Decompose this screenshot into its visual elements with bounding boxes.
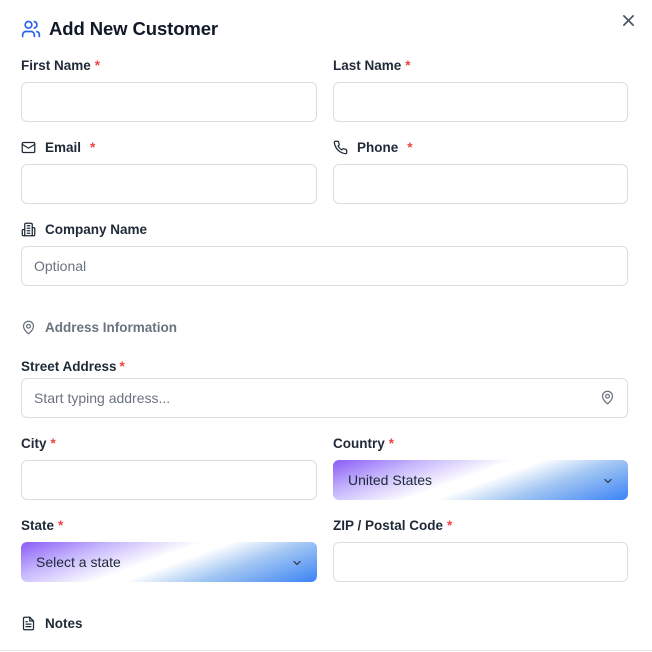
- file-text-icon: [21, 616, 36, 631]
- email-label: Email *: [21, 140, 95, 155]
- required-mark: *: [388, 436, 395, 451]
- country-label: Country *: [333, 436, 394, 451]
- state-select[interactable]: Select a state: [21, 542, 317, 582]
- divider: [0, 650, 652, 651]
- map-pin-icon: [21, 320, 36, 335]
- company-label: Company Name: [21, 222, 147, 237]
- add-customer-modal: Add New Customer First Name * Last Name …: [0, 0, 652, 652]
- address-section-title: Address Information: [21, 320, 177, 335]
- email-label-text: Email: [45, 140, 82, 155]
- map-pin-icon[interactable]: [600, 390, 615, 410]
- phone-label: Phone *: [333, 140, 413, 155]
- last-name-label-text: Last Name: [333, 58, 402, 73]
- modal-title: Add New Customer: [49, 18, 219, 39]
- phone-input[interactable]: [333, 164, 628, 204]
- city-input[interactable]: [21, 460, 317, 500]
- required-mark: *: [405, 58, 411, 73]
- zip-label: ZIP / Postal Code *: [333, 518, 452, 533]
- state-label: State *: [21, 518, 63, 533]
- state-selected-value: Select a state: [36, 554, 121, 570]
- phone-icon: [333, 140, 348, 155]
- company-input[interactable]: [21, 246, 628, 286]
- chevron-down-icon: [291, 556, 303, 572]
- required-mark: *: [447, 518, 453, 533]
- address-section-title-text: Address Information: [45, 320, 178, 335]
- country-select[interactable]: United States: [333, 460, 628, 500]
- mail-icon: [21, 140, 36, 155]
- notes-label-text: Notes: [45, 616, 83, 631]
- zip-input[interactable]: [333, 542, 628, 582]
- street-label: Street Address *: [21, 359, 125, 374]
- last-name-input[interactable]: [333, 82, 628, 122]
- required-mark: *: [50, 436, 56, 451]
- users-icon: [21, 19, 41, 39]
- country-selected-value: United States: [348, 472, 433, 488]
- phone-label-text: Phone: [357, 140, 399, 155]
- first-name-label: First Name *: [21, 58, 100, 73]
- city-label-text: City: [21, 436, 47, 451]
- required-mark: *: [90, 140, 96, 155]
- close-icon: [622, 14, 635, 27]
- close-button[interactable]: [619, 11, 637, 29]
- notes-label: Notes: [21, 616, 83, 631]
- email-input[interactable]: [21, 164, 317, 204]
- zip-label-text: ZIP / Postal Code: [333, 518, 444, 533]
- required-mark: *: [94, 58, 101, 73]
- modal-header: Add New Customer: [21, 18, 218, 40]
- street-label-text: Street Address: [21, 359, 117, 374]
- required-mark: *: [407, 140, 413, 155]
- first-name-label-text: First Name: [21, 58, 91, 73]
- required-mark: *: [58, 518, 64, 533]
- company-label-text: Company Name: [45, 222, 148, 237]
- chevron-down-icon: [602, 474, 614, 490]
- street-input[interactable]: [21, 378, 628, 418]
- state-label-text: State: [21, 518, 55, 533]
- building-icon: [21, 222, 36, 237]
- required-mark: *: [119, 359, 125, 374]
- country-label-text: Country: [333, 436, 385, 451]
- city-label: City *: [21, 436, 56, 451]
- last-name-label: Last Name *: [333, 58, 411, 73]
- first-name-input[interactable]: [21, 82, 317, 122]
- street-field: [21, 378, 628, 418]
